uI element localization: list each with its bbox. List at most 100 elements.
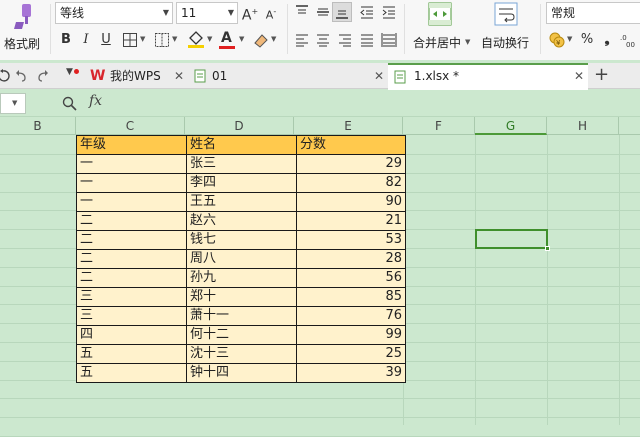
cell-name[interactable]: 王五 xyxy=(186,192,297,212)
bold-button[interactable]: B xyxy=(57,30,75,50)
cell-score[interactable]: 56 xyxy=(296,268,406,288)
grow-font-button[interactable]: A+ xyxy=(241,2,259,24)
merge-center-button[interactable]: 合并居中 ▼ xyxy=(408,0,474,56)
cell-name[interactable]: 周八 xyxy=(186,249,297,269)
formula-input[interactable] xyxy=(115,93,640,114)
header-cell-score[interactable]: 分数 xyxy=(296,135,406,155)
format-painter-button[interactable]: 格式刷 xyxy=(0,0,48,56)
cell-score[interactable]: 21 xyxy=(296,211,406,231)
cell-grade[interactable]: 一 xyxy=(76,192,187,212)
cell-grade[interactable]: 五 xyxy=(76,344,187,364)
wrap-text-button[interactable]: 自动换行 xyxy=(477,0,537,56)
fx-icon[interactable]: fx xyxy=(89,93,102,109)
cell-name[interactable]: 何十二 xyxy=(186,325,297,345)
close-icon[interactable]: ✕ xyxy=(374,63,384,89)
tab-my-wps[interactable]: W 我的WPS ✕ xyxy=(88,63,190,89)
column-header-h[interactable]: H xyxy=(547,117,619,135)
indent-increase-icon[interactable] xyxy=(381,4,397,20)
cell-name[interactable]: 沈十三 xyxy=(186,344,297,364)
cell-name[interactable]: 赵六 xyxy=(186,211,297,231)
currency-button[interactable]: ¥ ▼ xyxy=(548,30,576,50)
cell-score[interactable]: 90 xyxy=(296,192,406,212)
header-cell-name[interactable]: 姓名 xyxy=(186,135,297,155)
undo-back-icon[interactable] xyxy=(14,69,28,83)
more-menu-caret-icon[interactable]: ▼ xyxy=(66,67,73,77)
cell-grade[interactable]: 三 xyxy=(76,287,187,307)
cell-score[interactable]: 99 xyxy=(296,325,406,345)
zoom-search-icon[interactable] xyxy=(62,96,77,111)
align-middle-icon[interactable] xyxy=(315,4,331,20)
tab-doc-01[interactable]: 01 ✕ xyxy=(192,63,388,89)
cell-grade[interactable]: 四 xyxy=(76,325,187,345)
align-top-icon[interactable] xyxy=(294,4,310,20)
cell-grade[interactable]: 二 xyxy=(76,211,187,231)
cell-grade[interactable]: 二 xyxy=(76,249,187,269)
number-format-select[interactable]: 常规 xyxy=(546,2,640,24)
eraser-icon xyxy=(254,34,268,48)
cell-name[interactable]: 钟十四 xyxy=(186,363,297,383)
font-name-select[interactable]: 等线 ▼ xyxy=(55,2,173,24)
underline-button[interactable]: U xyxy=(97,30,115,50)
increase-decimal-icon[interactable]: .0 00 xyxy=(620,32,638,48)
close-icon[interactable]: ✕ xyxy=(174,63,184,89)
align-bottom-active[interactable] xyxy=(332,2,352,22)
column-header-f[interactable]: F xyxy=(403,117,475,135)
cell-score[interactable]: 76 xyxy=(296,306,406,326)
indent-decrease-icon[interactable] xyxy=(359,4,375,20)
cell-style-button[interactable]: ▼ xyxy=(152,31,182,49)
cell-score[interactable]: 25 xyxy=(296,344,406,364)
cell-grade[interactable]: 三 xyxy=(76,306,187,326)
justify-icon[interactable] xyxy=(359,32,375,48)
italic-button[interactable]: I xyxy=(77,30,95,50)
comma-style-button[interactable]: ❟ xyxy=(598,30,616,50)
cell-name[interactable]: 李四 xyxy=(186,173,297,193)
chevron-down-icon: ▼ xyxy=(239,35,245,43)
cell-name[interactable]: 孙九 xyxy=(186,268,297,288)
clear-format-button[interactable]: ▼ xyxy=(252,30,280,50)
grid-line xyxy=(0,398,640,400)
align-center-icon[interactable] xyxy=(315,32,331,48)
distribute-icon[interactable] xyxy=(381,32,397,48)
cell-score[interactable]: 28 xyxy=(296,249,406,269)
data-table[interactable]: 年级 姓名 分数 一张三 29 一李四 82 一王五 90 二赵六 21 二钱七 53 二周八 28 二… xyxy=(76,135,406,383)
cell-name[interactable]: 钱七 xyxy=(186,230,297,250)
cell-name[interactable]: 郑十 xyxy=(186,287,297,307)
cell-score[interactable]: 39 xyxy=(296,363,406,383)
redo-icon[interactable] xyxy=(36,69,50,83)
cell-grade[interactable]: 五 xyxy=(76,363,187,383)
cell-grade[interactable]: 一 xyxy=(76,154,187,174)
column-header-g[interactable]: G xyxy=(475,117,547,135)
cell-score[interactable]: 29 xyxy=(296,154,406,174)
column-header-d[interactable]: D xyxy=(185,117,294,135)
close-icon[interactable]: ✕ xyxy=(574,63,584,89)
cell-score[interactable]: 53 xyxy=(296,230,406,250)
column-header-c[interactable]: C xyxy=(76,117,185,135)
undo-icon[interactable] xyxy=(0,69,10,83)
cell-name[interactable]: 张三 xyxy=(186,154,297,174)
fill-handle[interactable] xyxy=(545,246,550,251)
align-right-icon[interactable] xyxy=(337,32,353,48)
number-format-value: 常规 xyxy=(551,6,576,20)
cell-grade[interactable]: 二 xyxy=(76,268,187,288)
cell-grade[interactable]: 二 xyxy=(76,230,187,250)
column-header-e[interactable]: E xyxy=(294,117,403,135)
header-cell-grade[interactable]: 年级 xyxy=(76,135,187,155)
cell-name[interactable]: 萧十一 xyxy=(186,306,297,326)
align-left-icon[interactable] xyxy=(294,32,310,48)
column-header-b[interactable]: B xyxy=(0,117,76,135)
cell-score[interactable]: 82 xyxy=(296,173,406,193)
chevron-down-icon: ▼ xyxy=(271,35,277,43)
new-tab-plus-icon[interactable]: + xyxy=(594,64,609,85)
name-box[interactable]: ▼ xyxy=(0,93,26,114)
tab-1-xlsx[interactable]: 1.xlsx * ✕ xyxy=(388,63,588,90)
table-row: 五沈十三 25 xyxy=(76,344,406,364)
shrink-font-button[interactable]: A- xyxy=(262,2,280,22)
cell-score[interactable]: 85 xyxy=(296,287,406,307)
font-size-select[interactable]: 11 ▼ xyxy=(176,2,238,24)
fill-color-button[interactable]: ▼ xyxy=(186,30,216,50)
cell-grade[interactable]: 一 xyxy=(76,173,187,193)
borders-button[interactable]: ▼ xyxy=(120,31,150,49)
selected-cell-g6[interactable] xyxy=(475,229,548,249)
percent-button[interactable]: % xyxy=(578,30,596,50)
font-color-button[interactable]: A ▼ xyxy=(218,30,248,50)
